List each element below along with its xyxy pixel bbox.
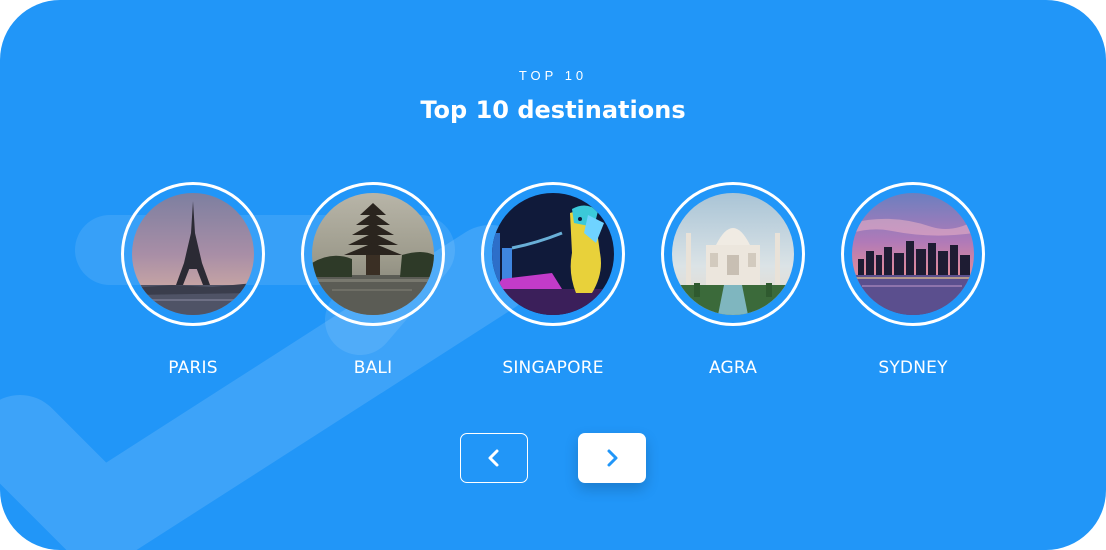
destination-ring xyxy=(481,182,625,326)
destination-ring xyxy=(841,182,985,326)
page-title: Top 10 destinations xyxy=(420,96,686,124)
destination-paris[interactable]: PARIS xyxy=(118,182,268,378)
destinations-card: TOP 10 Top 10 destinations PARIS BALI SI… xyxy=(0,0,1106,550)
destination-agra[interactable]: AGRA xyxy=(658,182,808,378)
destination-label: PARIS xyxy=(168,358,218,378)
destination-label: BALI xyxy=(353,358,393,378)
sydney-skyline-photo xyxy=(852,193,974,315)
chevron-right-icon xyxy=(607,449,618,467)
section-eyebrow: TOP 10 xyxy=(518,68,588,83)
next-button[interactable] xyxy=(578,433,646,483)
destination-bali[interactable]: BALI xyxy=(298,182,448,378)
destination-ring xyxy=(301,182,445,326)
bali-temple-photo xyxy=(312,193,434,315)
destination-label: AGRA xyxy=(708,358,758,378)
chevron-left-icon xyxy=(488,449,499,467)
destination-sydney[interactable]: SYDNEY xyxy=(838,182,988,378)
merlion-photo xyxy=(492,193,614,315)
destination-ring xyxy=(661,182,805,326)
eiffel-tower-photo xyxy=(132,193,254,315)
destination-ring xyxy=(121,182,265,326)
destination-label: SYDNEY xyxy=(878,358,948,378)
previous-button[interactable] xyxy=(460,433,528,483)
destination-singapore[interactable]: SINGAPORE xyxy=(478,182,628,378)
taj-mahal-photo xyxy=(672,193,794,315)
destination-label: SINGAPORE xyxy=(502,358,604,378)
